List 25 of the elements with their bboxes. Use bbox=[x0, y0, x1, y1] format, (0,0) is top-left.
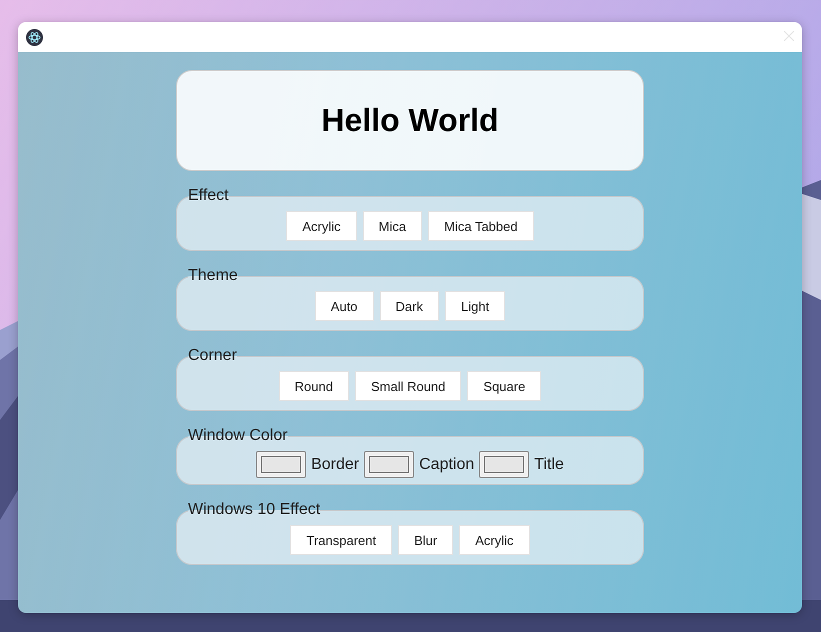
group-label: Window Color bbox=[188, 427, 288, 445]
option-button[interactable]: Small Round bbox=[354, 371, 462, 401]
app-icon bbox=[26, 28, 43, 46]
option-button[interactable]: Light bbox=[445, 291, 506, 321]
option-button[interactable]: Round bbox=[278, 371, 349, 401]
option-button[interactable]: Acrylic bbox=[286, 211, 357, 241]
color-label: Caption bbox=[419, 456, 474, 474]
color-picker[interactable] bbox=[256, 451, 306, 478]
option-button[interactable]: Square bbox=[467, 371, 542, 401]
color-picker[interactable] bbox=[364, 451, 414, 478]
option-button[interactable]: Transparent bbox=[290, 525, 392, 555]
option-button[interactable]: Mica Tabbed bbox=[428, 211, 534, 241]
color-picker[interactable] bbox=[479, 451, 530, 478]
option-button[interactable]: Blur bbox=[398, 525, 454, 555]
heading: Hello World bbox=[321, 102, 499, 139]
color-label: Border bbox=[311, 456, 360, 474]
color-label: Title bbox=[534, 456, 564, 474]
option-button[interactable]: Dark bbox=[380, 291, 439, 321]
option-button[interactable]: Mica bbox=[362, 211, 422, 241]
group-label: Theme bbox=[188, 267, 238, 285]
option-button[interactable]: Acrylic bbox=[459, 525, 530, 555]
group-label: Corner bbox=[188, 347, 237, 365]
group-label: Windows 10 Effect bbox=[188, 501, 320, 519]
option-button[interactable]: Auto bbox=[314, 291, 374, 321]
group-label: Effect bbox=[188, 187, 229, 205]
